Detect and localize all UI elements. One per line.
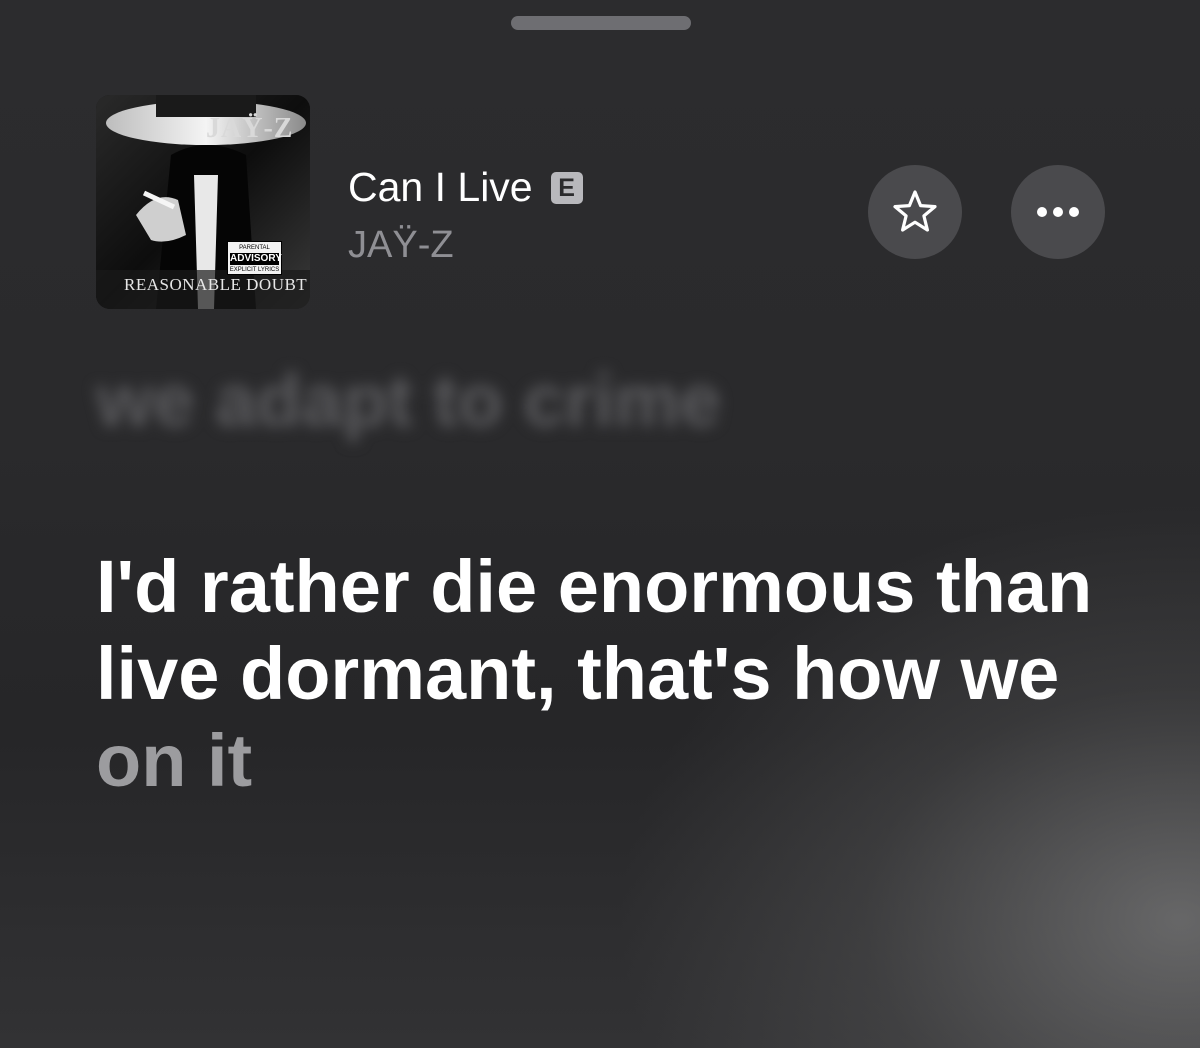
sheet-grabber-handle[interactable]	[511, 16, 691, 30]
ellipsis-icon	[1037, 207, 1079, 217]
favorite-button[interactable]	[868, 165, 962, 259]
more-options-button[interactable]	[1011, 165, 1105, 259]
current-lyric-line[interactable]: I'd rather die enormous than live dorman…	[96, 543, 1156, 804]
previous-lyric-line[interactable]: we adapt to crime	[96, 358, 721, 443]
track-title-row[interactable]: Can I Live E	[348, 164, 583, 211]
album-art-artist-logo: JAŸ-Z	[206, 113, 294, 144]
parental-advisory-label: PARENTAL ADVISORY EXPLICIT LYRICS	[227, 241, 282, 275]
album-artwork[interactable]: JAŸ-Z PARENTAL ADVISORY EXPLICIT LYRICS …	[96, 95, 310, 309]
advisory-bottom-text: EXPLICIT LYRICS	[229, 267, 280, 273]
track-title: Can I Live	[348, 164, 533, 210]
advisory-main-text: ADVISORY	[230, 253, 282, 265]
lyric-sung-text: I'd rather die enormous than live dorman…	[96, 545, 1093, 715]
track-artist[interactable]: JAŸ-Z	[348, 224, 454, 267]
star-icon	[893, 190, 937, 232]
advisory-top-text: PARENTAL	[239, 245, 270, 251]
album-art-title: REASONABLE DOUBT	[124, 275, 308, 294]
explicit-badge: E	[550, 171, 583, 204]
lyric-upcoming-text: on it	[96, 719, 253, 802]
